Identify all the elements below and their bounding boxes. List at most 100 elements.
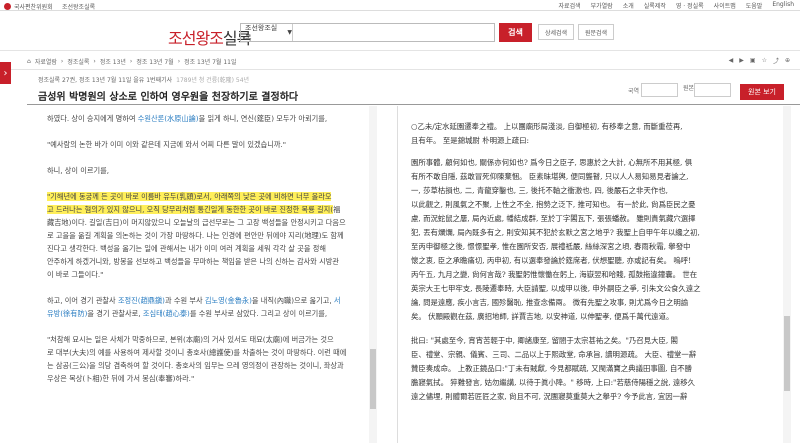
scrollbar-thumb[interactable] bbox=[784, 316, 790, 391]
original-line: 犯, 丟有爛爛, 局內既多有之, 則安知其不犯於玄默之宮之地乎? 我聖上自甲午年… bbox=[411, 228, 700, 237]
link-english[interactable]: English bbox=[772, 1, 794, 10]
breadcrumb-item[interactable]: 자료열람 bbox=[35, 57, 57, 66]
site-header: 조선왕조실록 조선왕조실록 ▼ 검색 상세검색 원문검색 bbox=[0, 11, 800, 51]
text-span: 하고, 이어 경기 관찰사 bbox=[47, 296, 118, 305]
person-link[interactable]: 조정진(趙鼎鎭) bbox=[118, 296, 165, 305]
person-link[interactable]: 수원산론(水原山論) bbox=[138, 114, 199, 123]
translation-line: 유방(徐有防)을 경기 관찰사로, 조심태(趙心泰)를 수원 부사로 삼았다. … bbox=[47, 307, 376, 320]
logo-text-red: 조선왕조 bbox=[168, 29, 224, 48]
person-link[interactable]: 조심태(趙心泰) bbox=[143, 309, 190, 318]
next-arrow-icon[interactable]: ▶ bbox=[739, 57, 744, 64]
top-utility-bar: 국사편찬위원회 조선왕조실록 자료검색 부가열람 소개 실록제작 영 · 정실록… bbox=[0, 0, 800, 11]
person-link[interactable]: 서 bbox=[334, 296, 341, 305]
original-line: 至丙申御極之後, 憬憬聖孝, 惟在園所安否, 展禮祗嚴, 絲絲深宮之頃, 春雨秋… bbox=[411, 242, 691, 251]
translation-line: 우상은 복상(卜相)한 뒤에 가서 봉심(奉審)하라." bbox=[47, 374, 195, 383]
link-search[interactable]: 자료검색 bbox=[559, 1, 581, 10]
translation-line: 는 삼공(三公)을 의당 겸축하여 할 것이다. 총호사의 임무는 으레 영의정… bbox=[47, 361, 344, 370]
search-scope-select[interactable]: 조선왕조실록 ▼ bbox=[241, 23, 293, 42]
text-span: 을 내직(內職)으로 옮기고, bbox=[251, 296, 334, 305]
prev-arrow-icon[interactable]: ◀ bbox=[729, 57, 734, 64]
original-line: 矣。 伏願殿觀在茲, 廣招地師, 詳賈吉地, 以安神道, 以伸聖孝, 便爲千萬代… bbox=[411, 312, 674, 321]
person-link[interactable]: 유방(徐有防) bbox=[47, 309, 87, 318]
original-label: 원본 bbox=[683, 85, 695, 92]
original-line: 有所不敢自隱, 茲敢冒死仰陳棄悃。 臣素昧堪輿, 便同聾瞽, 只以人人易知易見者… bbox=[411, 172, 689, 181]
emblem-icon bbox=[4, 3, 11, 10]
share-icon[interactable]: ⤴ bbox=[773, 56, 779, 65]
original-line: 論, 問是遠應, 疾小言吉, 國殄醫恥, 推查念備兩。 微有先聖之攻事, 則尤爲… bbox=[411, 298, 689, 307]
translation-line: 고 드러나는 혐의가 있지 않으니, 오직 당무리처럼 통긴일게 동한한 곳이 … bbox=[47, 203, 376, 216]
translation-line: "예사람의 논한 바가 이미 이와 같은데 지금에 와서 어찌 다른 말이 있겠… bbox=[47, 140, 287, 149]
original-line: 園所事體, 顧何如也, 關係亦何如也? 爲今日之臣子, 思惠於之大計, 心無所不… bbox=[411, 158, 693, 167]
original-line: ○乙未/定水延園遷奉之禮。 上以團廟形局淺淡, 自御極初, 有移奉之意, 而斷重… bbox=[411, 122, 683, 131]
search-scope-value: 조선왕조실록 bbox=[245, 23, 278, 42]
original-line: 丙午五, 九月之變, 尙何言哉? 我聖躬惟懷慟在躬上, 海嶽翌和哈賤, 孤鼓拖違… bbox=[411, 270, 698, 279]
text-span: 을 읽게 하니, 연신(筵臣) 모두가 아뢰기를, bbox=[198, 114, 328, 123]
scrollbar-thumb[interactable] bbox=[370, 349, 376, 409]
right-scrollbar[interactable] bbox=[783, 106, 791, 443]
text-span: 하였다. 상이 승지에게 명하여 bbox=[47, 114, 138, 123]
original-line: 一, 莎草枯損也, 二, 青龍穿鑿也, 三, 後托不軸之衝激也, 四, 後嚴石之… bbox=[411, 186, 668, 195]
original-search-button[interactable]: 원문검색 bbox=[578, 24, 614, 40]
translation-line: 이 바로 그들이다." bbox=[47, 270, 104, 279]
person-link[interactable]: 김노영(金魯永) bbox=[205, 296, 252, 305]
search-box: 조선왕조실록 ▼ bbox=[240, 23, 495, 42]
breadcrumb-item[interactable]: 정조 13년 7월 11일 bbox=[184, 57, 236, 66]
chevron-down-icon: ▼ bbox=[287, 29, 292, 36]
translation-line: 하였다. 상이 승지에게 명하여 수원산론(水原山論)을 읽게 하니, 연신(筵… bbox=[47, 112, 376, 125]
breadcrumb-item[interactable]: 정조 13년 7월 bbox=[136, 57, 173, 66]
translation-line: 안주하게 하겠거니와, 방봉을 선보하고 백성들을 무마하는 책임을 받은 나의… bbox=[47, 257, 339, 266]
original-line: 英宗大王七甲牢支, 長陵遷奉時, 大臣請聖, 以成甲以後, 申外嗣臣之爭, 引朱… bbox=[411, 284, 701, 293]
original-line: 批曰: "其處至今, 宵宵苦輕于中, 卿諸康至, 留閤于太宗甚祐之矣。"乃召見大… bbox=[411, 336, 678, 345]
original-line: 遠之儘埋, 則體爾若匠匠之家, 尙且不可, 況團寢莫重莫大之擧乎? 今予此言, … bbox=[411, 392, 688, 401]
translation-label: 국역 bbox=[628, 88, 640, 95]
link-sitemap[interactable]: 사이트맵 bbox=[714, 1, 736, 10]
site-logo[interactable]: 조선왕조실록 bbox=[168, 25, 251, 49]
detail-search-button[interactable]: 상세검색 bbox=[538, 24, 574, 40]
link-extra[interactable]: 부가열람 bbox=[591, 1, 613, 10]
font-size-icon[interactable]: ⊕ bbox=[785, 57, 790, 64]
search-input[interactable] bbox=[293, 24, 494, 41]
text-span: 과 수원 부사 bbox=[164, 296, 205, 305]
record-info: 정조실록 27권, 정조 13년 7월 11일 을유 1번째기사 1789년 청 … bbox=[38, 75, 249, 84]
breadcrumb-item[interactable]: 정조 13년 bbox=[100, 57, 126, 66]
original-line: 慮, 而況蛇鼠之屢, 局內近處, 幡結成群, 至於丁字閣瓦下, 張張蟠赦。 雖則… bbox=[411, 214, 696, 223]
link-yeongjeong[interactable]: 영 · 정실록 bbox=[676, 1, 704, 10]
breadcrumb-item[interactable]: 정조실록 bbox=[67, 57, 89, 66]
translation-line: "기해년에 동궁께 든 곳이 바로 이름바 유두(乳頭)로서, 아래쪽의 낮은 … bbox=[47, 190, 376, 203]
link-production[interactable]: 실록제작 bbox=[644, 1, 666, 10]
left-scrollbar[interactable] bbox=[369, 106, 377, 443]
search-button[interactable]: 검색 bbox=[499, 23, 532, 42]
title-divider bbox=[27, 104, 800, 105]
link-intro[interactable]: 소개 bbox=[623, 1, 634, 10]
translation-line: 藏吉地)이다. 길일(吉日)이 머지않았으니 오늘날의 급선무로는 그 고장 백… bbox=[47, 218, 346, 227]
text-span: 福 bbox=[333, 205, 341, 214]
highlighted-text: 고 드러나는 혐의가 있지 않으니, 오직 당무리처럼 통긴일게 동한한 곳이 … bbox=[47, 205, 334, 214]
translation-line: 진다고 생각한다. 백성을 옮기는 일에 관해서는 내가 이미 여러 계획을 세… bbox=[47, 244, 326, 253]
record-citation: 정조실록 27권, 정조 13년 7월 11일 을유 1번째기사 bbox=[38, 77, 173, 84]
translation-line: 로 대부(大夫)의 예를 사용하여 제사할 것이니 총호사(總護使)를 차출하는… bbox=[47, 348, 347, 357]
bookmark-icon[interactable]: ☆ bbox=[762, 57, 767, 64]
highlighted-text: "기해년에 동궁께 든 곳이 바로 이름바 유두(乳頭)로서, 아래쪽의 낮은 … bbox=[47, 192, 332, 201]
record-year: 1789년 청 건륭(乾隆) 54년 bbox=[176, 77, 250, 84]
original-line: 以此觀之, 則風氣之不聚, 上性之不全, 抱勢之泛下, 推可知也。 有一於此, … bbox=[411, 200, 696, 209]
link-help[interactable]: 도움말 bbox=[746, 1, 763, 10]
original-line: 且有年。 至是錦城尉 朴明源上疏曰: bbox=[411, 136, 530, 145]
side-panel-toggle[interactable]: › bbox=[0, 62, 11, 84]
print-icon[interactable]: ▣ bbox=[750, 57, 756, 64]
view-original-button[interactable]: 원본 보기 bbox=[740, 84, 784, 100]
translation-line: 로 고을을 옮길 계획을 의논하는 것이 가장 마땅하다. 나는 인경에 편안만… bbox=[47, 231, 344, 240]
text-span: 을 경기 관찰사로, bbox=[87, 309, 143, 318]
original-line: 贊臣奏成命。 上教正鏡品口:"丁未有賊獻, 今見都賦疏, 又閩滿寶之典議田事圖,… bbox=[411, 364, 693, 373]
original-select[interactable] bbox=[694, 83, 731, 97]
translation-line: 하고, 이어 경기 관찰사 조정진(趙鼎鎭)과 수원 부사 김노영(金魯永)을 … bbox=[47, 294, 376, 307]
text-span: 를 수원 부사로 삼았다. 그리고 상이 이르기를, bbox=[189, 309, 328, 318]
breadcrumb: ⌂ 자료열람 › 정조실록 › 정조 13년 › 정조 13년 7월 › 정조 13년 … bbox=[0, 51, 800, 70]
translation-line: 하니, 상이 이르기를, bbox=[47, 166, 110, 175]
site-name[interactable]: 조선왕조실록 bbox=[62, 2, 95, 11]
institute-logo[interactable]: 국사편찬위원회 bbox=[4, 2, 53, 11]
translation-select[interactable] bbox=[641, 83, 678, 97]
original-text-pane: ○乙未/定水延園遷奉之禮。 上以團廟形局淺淡, 自御極初, 有移奉之意, 而斷重… bbox=[403, 106, 783, 443]
chevron-right-icon: › bbox=[3, 67, 8, 79]
translation-pane: 하였다. 상이 승지에게 명하여 수원산론(水原山論)을 읽게 하니, 연신(筵… bbox=[27, 106, 376, 443]
home-icon[interactable]: ⌂ bbox=[27, 58, 31, 65]
